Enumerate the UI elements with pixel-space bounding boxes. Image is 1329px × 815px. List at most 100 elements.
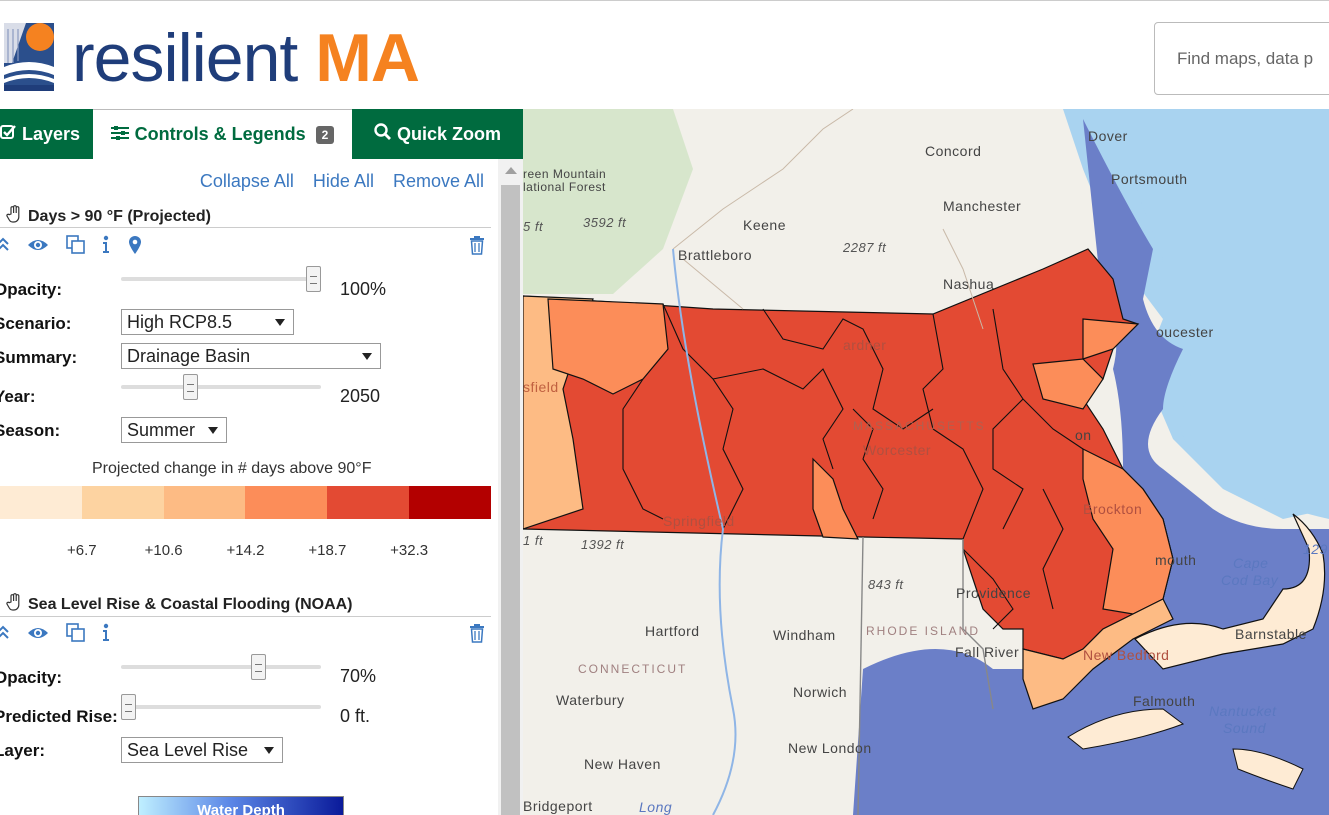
map-label-cape-cod-bay-1: Cape (1233, 555, 1269, 571)
map-label-green-mountain: reen Mountain (523, 167, 607, 181)
layer2-divider (0, 616, 491, 617)
water-depth-legend: Water Depth (138, 796, 344, 815)
trash-icon[interactable] (469, 623, 489, 645)
map-label-keene: Keene (743, 217, 786, 233)
panel-scrollbar[interactable] (498, 159, 523, 815)
eye-icon[interactable] (27, 623, 48, 645)
summary-select[interactable]: Drainage Basin (121, 343, 381, 369)
map-label-waterbury: Waterbury (556, 692, 625, 708)
map-label-nashua: Nashua (943, 276, 995, 292)
summary-label: Summary: (0, 348, 78, 367)
hide-all-link[interactable]: Hide All (313, 171, 374, 192)
scrollbar-thumb[interactable] (501, 185, 520, 815)
eye-icon[interactable] (27, 235, 48, 257)
tab-controls-legends[interactable]: Controls & Legends 2 (93, 109, 352, 159)
layer-select[interactable]: Sea Level Rise (121, 737, 283, 763)
map-label-manchester: Manchester (943, 198, 1022, 214)
legend-title: Projected change in # days above 90°F (92, 460, 372, 477)
map-label-cape-cod-bay-2: Cod Bay (1221, 572, 1279, 588)
remove-all-link[interactable]: Remove All (393, 171, 484, 192)
layer2-title: Sea Level Rise & Coastal Flooding (NOAA) (28, 595, 353, 613)
layer1-tools (0, 235, 491, 259)
layer2-header[interactable]: Sea Level Rise & Coastal Flooding (NOAA) (6, 593, 353, 616)
predicted-rise-slider-handle[interactable] (121, 694, 136, 720)
map-label-connecticut: CONNECTICUT (578, 662, 688, 676)
legend-swatch (245, 486, 328, 519)
copy-icon[interactable] (66, 235, 86, 257)
map-label-nantucket-sound-1: Nantucket (1209, 703, 1277, 719)
scroll-up-icon[interactable] (505, 167, 517, 174)
map-label-fall-river: Fall River (955, 644, 1020, 660)
site-logo[interactable]: resilient MA (72, 19, 420, 97)
legend-color-ramp (0, 486, 491, 519)
collapse-all-link[interactable]: Collapse All (200, 171, 294, 192)
predicted-rise-slider-track[interactable] (121, 705, 321, 709)
opacity-slider-track[interactable] (121, 665, 321, 669)
tab-quick-zoom[interactable]: Quick Zoom (352, 109, 523, 159)
scenario-value: High RCP8.5 (127, 312, 233, 332)
layer-label: Layer: (0, 741, 46, 760)
copy-icon[interactable] (66, 623, 86, 645)
caret-down-icon (275, 319, 285, 326)
scenario-label: Scenario: (0, 314, 72, 333)
water-depth-label: Water Depth (197, 802, 285, 815)
search-box[interactable] (1154, 22, 1329, 95)
year-value: 2050 (340, 386, 381, 406)
map-label-elevation-2287: 2287 ft (843, 240, 887, 255)
predicted-rise-label: Predicted Rise: (0, 707, 118, 726)
logo-word-resilient: resilient (72, 20, 298, 96)
panel-tabs: Layers Controls & Legends 2 Quick Zoom (0, 109, 523, 159)
trash-icon[interactable] (469, 235, 489, 257)
tab-layers-label: Layers (22, 123, 81, 144)
checkbox-icon (0, 124, 16, 145)
legend-break-label: +6.7 (67, 542, 97, 559)
caret-down-icon (362, 353, 372, 360)
opacity-slider-track[interactable] (121, 277, 321, 281)
site-header: resilient MA (0, 1, 1329, 109)
map-label-elevation-left2: 1 ft (523, 533, 544, 548)
map-label-new-haven: New Haven (584, 756, 661, 772)
map-label-brockton: Brockton (1083, 501, 1143, 517)
map-view[interactable]: Dover Concord Portsmouth reen Mountain l… (523, 109, 1329, 815)
tab-controls-label: Controls & Legends (134, 124, 306, 144)
legend-break-labels: +6.7 +10.6 +14.2 +18.7 +32.3 (0, 542, 491, 562)
opacity-slider-handle[interactable] (250, 654, 266, 680)
map-label-falmouth: Falmouth (1133, 693, 1196, 709)
map-label-national-forest: lational Forest (523, 180, 606, 194)
legend-break-label: +10.6 (144, 542, 183, 559)
year-label: Year: (0, 387, 36, 406)
chevron-up-icon[interactable] (0, 235, 16, 257)
predicted-rise-value: 0 ft. (340, 706, 371, 726)
opacity-slider-handle[interactable] (306, 266, 321, 292)
logo-icon[interactable] (4, 23, 54, 91)
search-input[interactable] (1155, 23, 1329, 94)
opacity-label: Opacity: (0, 668, 63, 687)
tab-layers[interactable]: Layers (0, 109, 92, 159)
info-icon[interactable] (100, 623, 120, 645)
season-label: Season: (0, 421, 61, 440)
layer1-header[interactable]: Days > 90 °F (Projected) (6, 205, 211, 228)
opacity-value: 70% (340, 666, 377, 686)
map-label-springfield: Springfield (663, 513, 735, 529)
map-label-nantucket-sound-2: Sound (1223, 720, 1266, 736)
year-slider-track[interactable] (121, 385, 321, 389)
year-slider-handle[interactable] (183, 374, 198, 400)
map-label-pittsfield: sfield (523, 379, 559, 395)
season-select[interactable]: Summer (121, 417, 227, 443)
map-label-new-london: New London (788, 740, 872, 756)
season-value: Summer (127, 420, 196, 440)
drag-hand-icon[interactable] (6, 205, 22, 228)
legend-break-label: +32.3 (390, 542, 429, 559)
info-icon[interactable] (100, 235, 120, 257)
legend-swatch (81, 486, 164, 519)
layer-select-value: Sea Level Rise (127, 740, 249, 760)
map-label-bridgeport: Bridgeport (523, 798, 593, 814)
map-label-barnstable: Barnstable (1235, 626, 1307, 642)
scenario-select[interactable]: High RCP8.5 (121, 309, 294, 335)
legend-swatch (327, 486, 410, 519)
map-pin-icon[interactable] (128, 235, 148, 257)
chevron-up-icon[interactable] (0, 623, 16, 645)
drag-hand-icon[interactable] (6, 593, 22, 616)
map-label-new-bedford: New Bedford (1083, 647, 1170, 663)
legend-swatch (0, 486, 82, 519)
